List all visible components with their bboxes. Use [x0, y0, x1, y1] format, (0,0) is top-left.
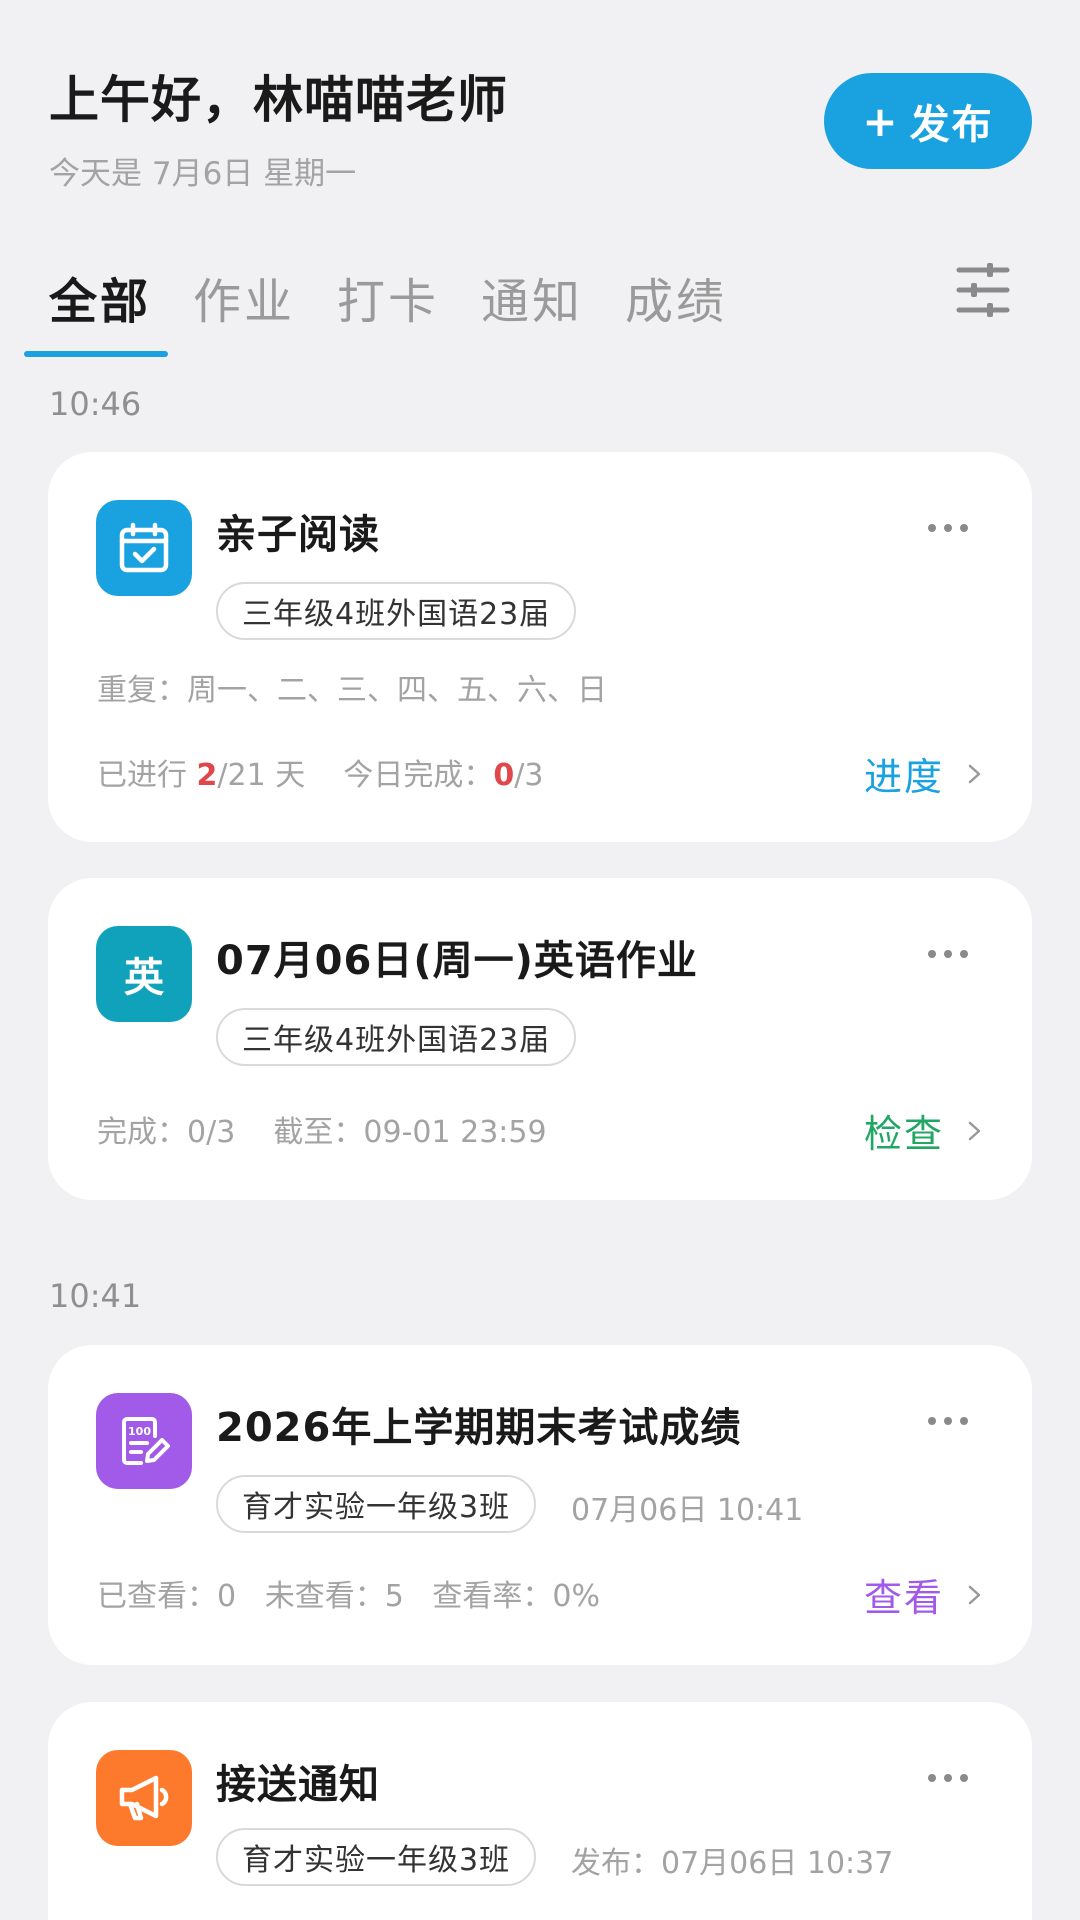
- tab-homework[interactable]: 作业: [193, 262, 295, 332]
- tab-checkin[interactable]: 打卡: [337, 262, 439, 332]
- calendar-check-icon: [96, 500, 192, 596]
- view-link[interactable]: 查看: [864, 1567, 986, 1622]
- task-card-reading[interactable]: 亲子阅读 三年级4班外国语23届 重复：周一、二、三、四、五、六、日 已进行 2…: [48, 452, 1032, 842]
- class-tag: 三年级4班外国语23届: [216, 1008, 577, 1066]
- publish-label: 发布: [909, 102, 994, 148]
- progress-stats: 已进行 2/21 天 今日完成：0/3: [97, 758, 544, 793]
- score-sheet-icon: 100: [96, 1393, 192, 1489]
- task-card-english-homework[interactable]: 英 07月06日(周一)英语作业 三年级4班外国语23届 完成：0/3 截至：0…: [48, 878, 1032, 1200]
- publish-timestamp: 07月06日 10:41: [571, 1493, 804, 1528]
- date-text: 今天是 7月6日 星期一: [49, 156, 357, 192]
- greeting-title: 上午好，林喵喵老师: [49, 71, 508, 129]
- card-title: 2026年上学期期末考试成绩: [216, 1405, 742, 1451]
- progress-link[interactable]: 进度: [864, 746, 986, 801]
- card-title: 接送通知: [216, 1762, 380, 1808]
- task-card-exam-scores[interactable]: 100 2026年上学期期末考试成绩 育才实验一年级3班 07月06日 10:4…: [48, 1345, 1032, 1665]
- english-badge-icon: 英: [96, 926, 192, 1022]
- more-options-icon[interactable]: [928, 950, 968, 962]
- time-group-label: 10:46: [49, 385, 142, 423]
- view-stats: 已查看：0 未查看：5 查看率：0%: [97, 1579, 600, 1614]
- active-tab-indicator: [24, 351, 168, 357]
- more-options-icon[interactable]: [928, 1774, 968, 1786]
- filter-settings-icon[interactable]: [955, 262, 1011, 318]
- class-tag: 育才实验一年级3班: [216, 1828, 537, 1886]
- task-card-pickup-notice[interactable]: 接送通知 育才实验一年级3班 发布：07月06日 10:37: [48, 1702, 1032, 1920]
- tab-grades[interactable]: 成绩: [625, 262, 727, 332]
- card-title: 亲子阅读: [216, 512, 380, 558]
- class-tag: 三年级4班外国语23届: [216, 582, 577, 640]
- chevron-right-icon: [968, 1585, 981, 1604]
- publish-timestamp: 发布：07月06日 10:37: [571, 1846, 894, 1881]
- repeat-schedule: 重复：周一、二、三、四、五、六、日: [97, 673, 607, 708]
- check-link[interactable]: 检查: [864, 1103, 986, 1158]
- time-group-label: 10:41: [49, 1277, 142, 1315]
- chevron-right-icon: [968, 1121, 981, 1140]
- card-title: 07月06日(周一)英语作业: [216, 938, 698, 984]
- plus-icon: +: [862, 96, 900, 146]
- more-options-icon[interactable]: [928, 1417, 968, 1429]
- publish-button[interactable]: + 发布: [824, 73, 1032, 169]
- completion-stats: 完成：0/3 截至：09-01 23:59: [97, 1115, 547, 1150]
- svg-text:100: 100: [128, 1425, 151, 1438]
- class-tag: 育才实验一年级3班: [216, 1475, 537, 1533]
- more-options-icon[interactable]: [928, 524, 968, 536]
- tab-all[interactable]: 全部: [49, 262, 151, 332]
- chevron-right-icon: [968, 764, 981, 783]
- home-screen: 上午好，林喵喵老师 今天是 7月6日 星期一 + 发布 全部 作业 打卡 通知 …: [0, 0, 1080, 1920]
- tab-notice[interactable]: 通知: [481, 262, 583, 332]
- megaphone-icon: [96, 1750, 192, 1846]
